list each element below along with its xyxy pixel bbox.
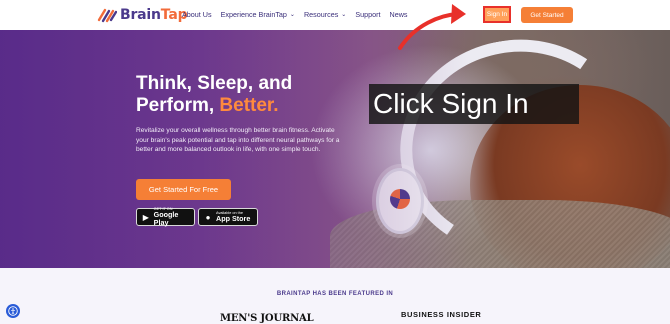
- mens-journal-logo: MEN'S JOURNAL: [220, 313, 314, 324]
- business-insider-logo: BUSINESS INSIDER: [401, 310, 482, 319]
- accessibility-icon: [8, 306, 18, 316]
- featured-in-label: BRAINTAP HAS BEEN FEATURED IN: [276, 291, 394, 297]
- accessibility-button[interactable]: [6, 304, 20, 318]
- featured-in-section: BRAINTAP HAS BEEN FEATURED IN MEN'S JOUR…: [0, 268, 670, 324]
